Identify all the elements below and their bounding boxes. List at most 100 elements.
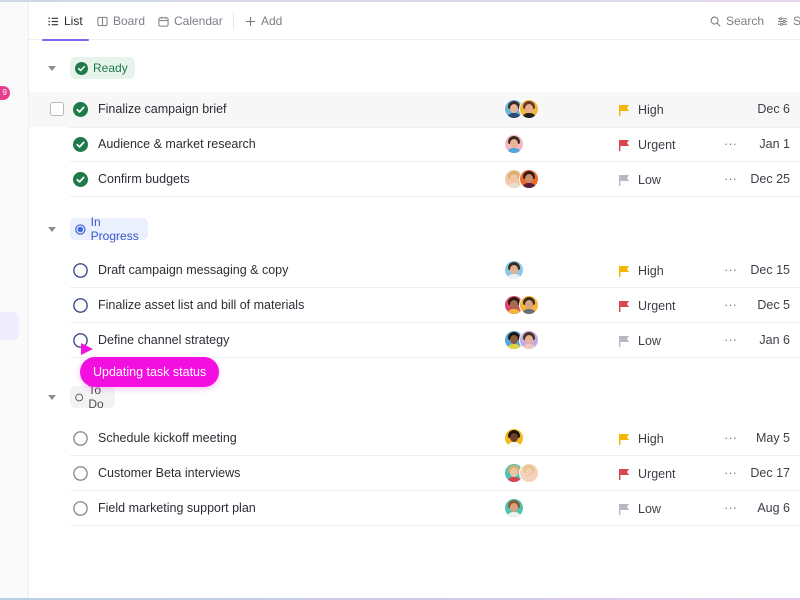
task-name[interactable]: Customer Beta interviews xyxy=(98,456,240,491)
assignees[interactable] xyxy=(504,260,524,281)
due-date[interactable]: Aug 6 xyxy=(757,491,790,526)
task-row[interactable]: Customer Beta interviews Urgent ··· Dec … xyxy=(29,456,800,491)
more-options-button[interactable]: ··· xyxy=(724,456,737,489)
priority-urgent[interactable]: Urgent xyxy=(618,288,676,323)
avatar xyxy=(504,134,524,154)
avatar xyxy=(504,428,524,448)
task-name[interactable]: Confirm budgets xyxy=(98,162,190,197)
assignees[interactable] xyxy=(504,295,539,316)
task-row[interactable]: Draft campaign messaging & copy High ···… xyxy=(29,253,800,288)
due-date[interactable]: Jan 6 xyxy=(759,323,790,358)
more-options-button[interactable]: ··· xyxy=(724,491,737,524)
tab-board[interactable]: Board xyxy=(97,2,145,40)
task-row[interactable]: Field marketing support plan Low ··· Aug… xyxy=(29,491,800,526)
priority-urgent[interactable]: Urgent xyxy=(618,127,676,162)
status-pill-ready[interactable]: Ready xyxy=(70,57,135,79)
assignees[interactable] xyxy=(504,428,524,449)
status-todo-icon[interactable] xyxy=(73,431,88,446)
due-date[interactable]: May 5 xyxy=(756,421,790,456)
due-date[interactable]: Dec 17 xyxy=(750,456,790,491)
flag-icon xyxy=(619,265,629,277)
flag-icon xyxy=(619,503,629,515)
avatar xyxy=(519,330,539,350)
add-view-button[interactable]: Add xyxy=(245,2,282,40)
task-row[interactable]: Schedule kickoff meeting High ··· May 5 xyxy=(29,421,800,456)
task-name[interactable]: Finalize asset list and bill of material… xyxy=(98,288,304,323)
due-date[interactable]: Dec 5 xyxy=(757,288,790,323)
task-row[interactable]: Define channel strategy Low ··· Jan 6 xyxy=(29,323,800,358)
assignees[interactable] xyxy=(504,498,524,519)
sidebar-active-item[interactable] xyxy=(0,312,19,340)
priority-label: Low xyxy=(638,172,661,187)
avatar xyxy=(504,260,524,280)
priority-low[interactable]: Low xyxy=(618,162,661,197)
task-name[interactable]: Schedule kickoff meeting xyxy=(98,421,237,456)
task-name[interactable]: Define channel strategy xyxy=(98,323,229,358)
status-complete-icon[interactable] xyxy=(73,137,88,152)
status-pill-in-progress[interactable]: In Progress xyxy=(70,215,149,243)
priority-low[interactable]: Low xyxy=(618,323,661,358)
search-label: Search xyxy=(726,14,765,28)
assignees[interactable] xyxy=(504,99,539,120)
status-tooltip: Updating task status xyxy=(80,357,220,387)
search-icon xyxy=(710,16,721,26)
collapse-caret-icon[interactable] xyxy=(48,394,56,400)
collapse-caret-icon[interactable] xyxy=(48,226,56,232)
task-row[interactable]: Confirm budgets Low ··· Dec 25 xyxy=(29,162,800,197)
search-button[interactable]: Search xyxy=(710,2,764,40)
more-options-button[interactable]: ··· xyxy=(724,323,737,356)
avatar xyxy=(504,498,524,518)
task-row[interactable]: Finalize campaign brief High Dec 6 xyxy=(29,92,800,127)
row-divider xyxy=(70,525,800,526)
status-complete-icon[interactable] xyxy=(73,172,88,187)
plus-icon xyxy=(245,16,256,26)
task-name[interactable]: Field marketing support plan xyxy=(98,491,256,526)
status-pill-label: Ready xyxy=(93,61,128,75)
status-todo-icon[interactable] xyxy=(73,466,88,481)
more-options-button[interactable]: ··· xyxy=(724,127,737,160)
priority-label: High xyxy=(638,102,664,117)
task-row[interactable]: Finalize asset list and bill of material… xyxy=(29,288,800,323)
priority-low[interactable]: Low xyxy=(618,491,661,526)
status-open-icon[interactable] xyxy=(73,298,88,313)
priority-high[interactable]: High xyxy=(618,92,664,127)
tab-list[interactable]: List xyxy=(42,2,89,41)
assignees[interactable] xyxy=(504,134,524,155)
more-options-button[interactable]: ··· xyxy=(724,288,737,321)
notification-badge[interactable]: 9 xyxy=(0,86,10,100)
status-pill-label: In Progress xyxy=(90,215,139,243)
task-row[interactable]: Audience & market research Urgent ··· Ja… xyxy=(29,127,800,162)
task-name[interactable]: Draft campaign messaging & copy xyxy=(98,253,288,288)
calendar-icon xyxy=(158,16,169,27)
assignees[interactable] xyxy=(504,330,539,351)
assignees[interactable] xyxy=(504,169,539,190)
status-todo-icon[interactable] xyxy=(73,501,88,516)
collapse-caret-icon[interactable] xyxy=(48,65,56,71)
more-options-button[interactable]: ··· xyxy=(724,253,737,286)
more-options-button[interactable]: ··· xyxy=(724,421,737,454)
sidebar: 9 xyxy=(0,2,29,598)
due-date[interactable]: Dec 15 xyxy=(750,253,790,288)
status-pill-todo[interactable]: To Do xyxy=(70,383,116,411)
row-divider xyxy=(70,196,800,197)
due-date[interactable]: Dec 6 xyxy=(757,92,790,127)
priority-high[interactable]: High xyxy=(618,253,664,288)
cursor-pointer-icon xyxy=(81,343,93,355)
task-name[interactable]: Audience & market research xyxy=(98,127,256,162)
assignees[interactable] xyxy=(504,463,539,484)
task-name[interactable]: Finalize campaign brief xyxy=(98,92,227,127)
add-view-label: Add xyxy=(261,14,283,28)
board-icon xyxy=(97,16,108,26)
due-date[interactable]: Jan 1 xyxy=(759,127,790,162)
priority-urgent[interactable]: Urgent xyxy=(618,456,676,491)
flag-icon xyxy=(619,139,629,151)
due-date[interactable]: Dec 25 xyxy=(750,162,790,197)
tab-calendar[interactable]: Calendar xyxy=(158,2,223,40)
status-complete-icon[interactable] xyxy=(73,102,88,117)
more-options-button[interactable]: ··· xyxy=(724,162,737,195)
settings-button[interactable]: S xyxy=(777,2,800,40)
status-open-icon[interactable] xyxy=(73,263,88,278)
row-select-checkbox[interactable] xyxy=(50,102,64,116)
flag-icon xyxy=(619,433,629,445)
priority-high[interactable]: High xyxy=(618,421,664,456)
